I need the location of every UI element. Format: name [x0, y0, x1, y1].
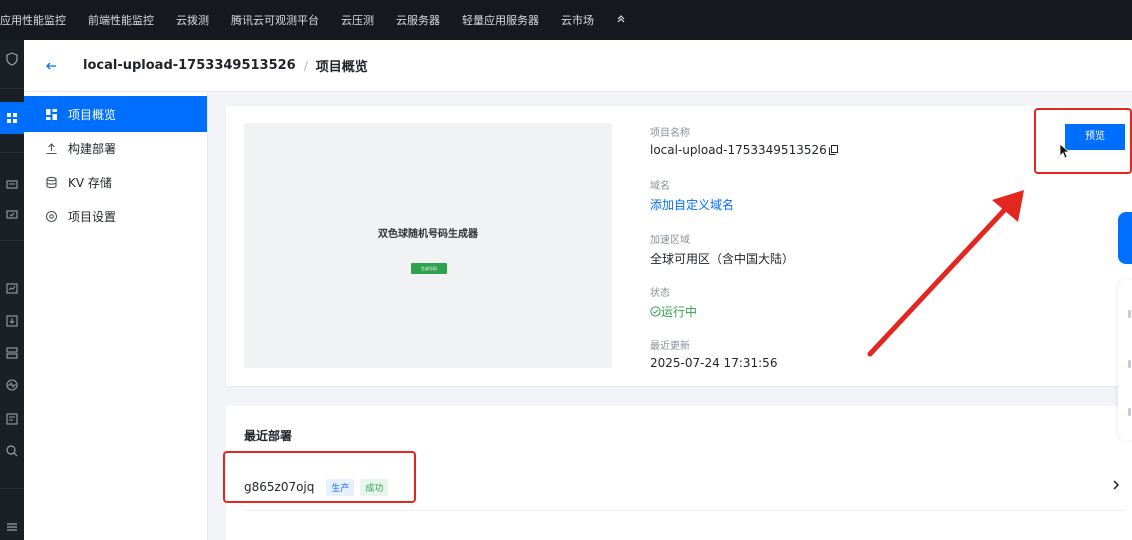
back-arrow-icon[interactable]	[44, 59, 58, 73]
sidebar-item-build-deploy[interactable]: 构建部署	[24, 130, 207, 166]
sidebar-item-kv-storage[interactable]: KV 存储	[24, 164, 207, 200]
sidebar-item-overview[interactable]: 项目概览	[24, 96, 207, 132]
monitor-check-icon[interactable]	[0, 206, 24, 224]
product-rail	[0, 40, 24, 540]
site-preview-thumbnail[interactable]: 双色球随机号码生成器 生成号码	[244, 123, 612, 368]
chevron-up-icon[interactable]	[616, 13, 626, 27]
download-icon[interactable]	[0, 312, 24, 330]
page-header: local-upload-1753349513526 / 项目概览	[24, 40, 1132, 92]
page-title: 项目概览	[315, 60, 368, 75]
region-label: 加速区域	[650, 235, 690, 246]
shield-icon[interactable]	[0, 50, 24, 68]
menu-icon[interactable]	[0, 518, 24, 536]
nav-lighthouse[interactable]: 轻量应用服务器	[462, 12, 539, 28]
search-icon[interactable]	[0, 442, 24, 460]
preview-site-title: 双色球随机号码生成器	[378, 229, 478, 240]
project-name-block: 项目名称 local-upload-1753349513526	[650, 124, 950, 157]
last-updated-block: 最近更新 2025-07-24 17:31:56	[650, 337, 950, 370]
nav-cvm[interactable]: 云服务器	[396, 12, 440, 28]
pulse-icon[interactable]	[0, 376, 24, 394]
top-nav: 应用性能监控 前端性能监控 云拨测 腾讯云可观测平台 云压测 云服务器 轻量应用…	[0, 0, 1132, 40]
sidebar-item-label: 项目概览	[68, 107, 117, 122]
status-label: 状态	[650, 288, 670, 299]
nav-load-test[interactable]: 云压测	[341, 12, 374, 28]
nav-observability[interactable]: 腾讯云可观测平台	[231, 12, 319, 28]
nav-apm[interactable]: 应用性能监控	[0, 12, 66, 28]
upload-icon	[44, 141, 58, 155]
chart-icon[interactable]	[0, 280, 24, 298]
check-circle-icon	[650, 305, 661, 319]
preview-generate-button: 生成号码	[411, 263, 447, 274]
grid-icon[interactable]	[0, 102, 24, 134]
project-name-label: 项目名称	[650, 128, 690, 139]
domain-block: 域名 添加自定义域名	[650, 177, 950, 213]
last-updated-label: 最近更新	[650, 341, 690, 352]
breadcrumb-separator: /	[303, 58, 308, 73]
status-badge: 运行中	[650, 303, 950, 320]
layers-icon[interactable]	[0, 344, 24, 362]
floating-help-tab[interactable]	[1118, 212, 1132, 264]
sidebar-item-label: KV 存储	[68, 175, 112, 190]
sidebar-item-label: 构建部署	[68, 141, 117, 156]
sidebar-item-label: 项目设置	[68, 209, 117, 224]
floating-toolbar[interactable]	[1118, 280, 1132, 440]
recent-deployments-title: 最近部署	[244, 429, 293, 443]
monitor-icon[interactable]	[0, 176, 24, 194]
breadcrumb-project[interactable]: local-upload-1753349513526	[83, 58, 296, 73]
last-updated-value: 2025-07-24 17:31:56	[650, 356, 778, 370]
region-block: 加速区域 全球可用区（含中国大陆）	[650, 231, 950, 267]
status-block: 状态 运行中	[650, 284, 950, 320]
project-name-value: local-upload-1753349513526	[650, 143, 950, 157]
divider	[244, 510, 1124, 511]
dashboard-icon[interactable]	[0, 410, 24, 428]
database-icon	[44, 175, 58, 189]
nav-frontend-monitor[interactable]: 前端性能监控	[88, 12, 154, 28]
settings-icon	[44, 209, 58, 223]
overview-icon	[44, 107, 58, 121]
nav-cloud-probe[interactable]: 云拨测	[176, 12, 209, 28]
domain-label: 域名	[650, 181, 670, 192]
chevron-right-icon[interactable]	[1111, 475, 1121, 490]
annotation-box-preview	[1034, 108, 1132, 174]
annotation-box-deployment	[223, 451, 416, 503]
region-value: 全球可用区（含中国大陆）	[650, 252, 795, 266]
project-overview-card: 双色球随机号码生成器 生成号码 项目名称 local-upload-175334…	[226, 106, 1132, 386]
cursor-icon	[1059, 143, 1069, 159]
project-sidebar: 项目概览 构建部署 KV 存储 项目设置	[24, 92, 208, 540]
nav-marketplace[interactable]: 云市场	[561, 12, 594, 28]
add-custom-domain-link[interactable]: 添加自定义域名	[650, 196, 950, 213]
copy-icon[interactable]	[828, 144, 838, 155]
sidebar-item-settings[interactable]: 项目设置	[24, 198, 207, 234]
